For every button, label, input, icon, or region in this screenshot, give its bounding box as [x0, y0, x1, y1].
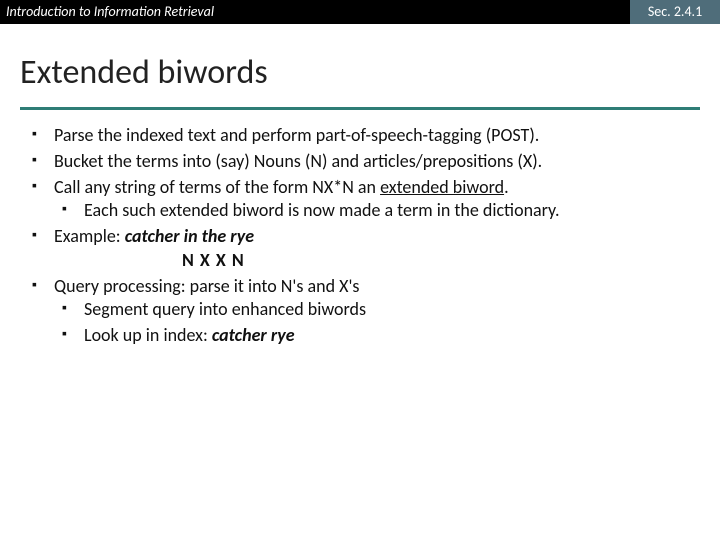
list-item: Each such extended biword is now made a … — [54, 199, 696, 223]
content: Parse the indexed text and perform part-… — [0, 110, 720, 348]
list-item: Bucket the terms into (say) Nouns (N) an… — [24, 150, 696, 174]
underlined-term: extended biword — [380, 176, 504, 198]
text: Look up in index: — [84, 324, 212, 346]
list-item: Parse the indexed text and perform part-… — [24, 124, 696, 148]
list-item: Segment query into enhanced biwords — [54, 298, 696, 322]
pos-tags-row: N X X N — [54, 249, 696, 273]
course-title: Introduction to Information Retrieval — [0, 0, 630, 24]
slide-title: Extended biwords — [20, 52, 700, 93]
example-lookup: catcher rye — [212, 324, 295, 346]
text: . — [504, 176, 509, 198]
text: Query processing: parse it into N's and … — [54, 275, 359, 297]
sub-list: Segment query into enhanced biwords Look… — [54, 298, 696, 348]
title-area: Extended biwords — [0, 24, 720, 99]
bullet-list: Parse the indexed text and perform part-… — [24, 124, 696, 348]
list-item: Query processing: parse it into N's and … — [24, 275, 696, 348]
text: Call any string of terms of the form NX*… — [54, 176, 380, 198]
sub-list: Each such extended biword is now made a … — [54, 199, 696, 223]
list-item: Example: catcher in the rye N X X N — [24, 225, 696, 273]
top-bar: Introduction to Information Retrieval Se… — [0, 0, 720, 24]
list-item: Call any string of terms of the form NX*… — [24, 176, 696, 224]
list-item: Look up in index: catcher rye — [54, 324, 696, 348]
section-badge: Sec. 2.4.1 — [630, 0, 720, 24]
example-phrase: catcher in the rye — [125, 225, 254, 247]
text: Example: — [54, 225, 125, 247]
